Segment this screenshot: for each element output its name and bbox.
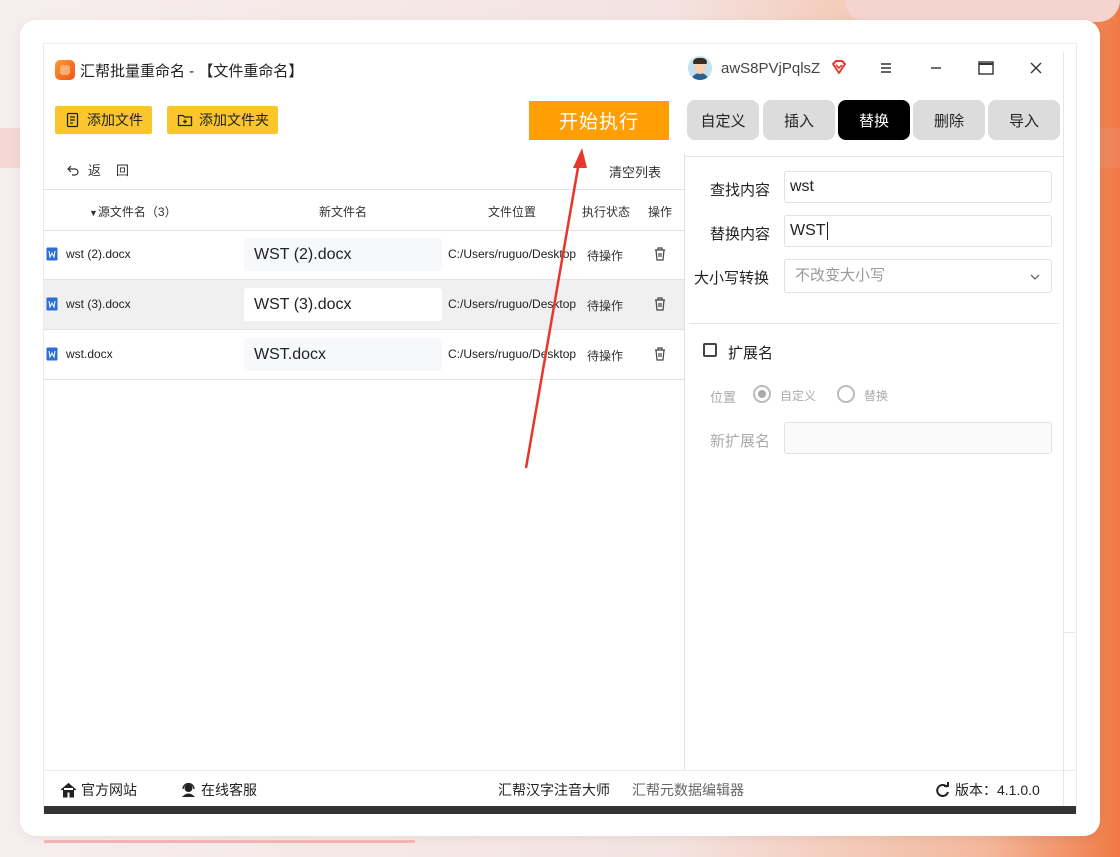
back-label: 返回 [88,163,145,178]
source-filename: wst (3).docx [66,297,131,311]
replace-settings-panel: 查找内容 wst 替换内容 WST 大小写转换 不改变大小写 扩展名 位置 自定… [685,156,1063,771]
window-edge-line [1063,632,1075,633]
vip-diamond-icon[interactable] [830,58,848,76]
column-source[interactable]: ▼源文件名（3） [89,203,177,220]
chevron-down-icon [1030,274,1040,280]
case-label: 大小写转换 [694,270,770,287]
column-new-name: 新文件名 [319,205,368,219]
source-filename: wst.docx [66,347,113,361]
start-button[interactable]: 开始执行 [529,101,669,140]
sort-down-icon: ▼ [89,208,98,218]
new-filename[interactable]: WST.docx [244,338,442,371]
add-folder-label: 添加文件夹 [199,112,269,128]
headset-icon [182,782,195,797]
table-row[interactable]: wst (3).docx WST (3).docx C:/Users/ruguo… [44,280,684,330]
avatar[interactable] [688,56,712,80]
back-button[interactable]: 返回 [66,160,144,179]
status-text: 待操作 [587,249,624,263]
file-location: C:/Users/ruguo/Desktop [448,297,576,311]
window-edge [1063,52,1076,812]
clear-list-button[interactable]: 清空列表 [609,162,661,181]
tab-custom[interactable]: 自定义 [687,100,759,140]
refresh-icon [936,782,949,797]
add-folder-icon [177,114,193,127]
tab-import[interactable]: 导入 [988,100,1060,140]
column-status: 执行状态 [582,205,631,219]
app-window: 汇帮批量重命名 - 【文件重命名】 awS8PVjPqlsZ 添加文件 添加文件… [44,44,1076,812]
version-info[interactable]: 版本：4.1.0.0 [934,780,1040,800]
word-doc-icon [46,297,58,311]
minimize-icon[interactable] [925,57,947,79]
list-header: ▼源文件名（3） 新文件名 文件位置 执行状态 操作 [44,189,684,231]
username[interactable]: awS8PVjPqlsZ [721,60,820,77]
add-file-icon [66,112,79,128]
status-text: 待操作 [587,299,624,313]
extension-label: 扩展名 [728,345,774,362]
word-doc-icon [46,347,58,361]
find-label: 查找内容 [710,182,771,199]
tab-delete[interactable]: 删除 [913,100,985,140]
radio-custom-label: 自定义 [780,389,817,403]
file-location: C:/Users/ruguo/Desktop [448,347,576,361]
trash-icon[interactable] [653,346,667,362]
radio-replace[interactable] [837,385,855,403]
new-extension-input[interactable] [784,422,1052,454]
section-divider [689,323,1059,324]
column-location: 文件位置 [488,205,537,219]
website-link[interactable]: 官方网站 [60,780,137,800]
case-select-value: 不改变大小写 [795,267,886,284]
pinyin-tool-link[interactable]: 汇帮汉字注音大师 [498,780,610,800]
app-logo-icon [55,60,75,80]
background-taskbar [44,806,1076,814]
close-icon[interactable] [1025,57,1047,79]
add-file-label: 添加文件 [87,112,143,128]
new-filename[interactable]: WST (2).docx [244,238,442,271]
find-input[interactable]: wst [784,171,1052,203]
case-select[interactable]: 不改变大小写 [784,259,1052,293]
tab-insert[interactable]: 插入 [763,100,835,140]
radio-custom[interactable] [753,385,771,403]
background-decor [845,0,1120,22]
footer: 官方网站 在线客服 汇帮汉字注音大师 汇帮元数据编辑器 版本：4.1.0.0 [44,770,1076,806]
position-label: 位置 [710,390,737,405]
source-filename: wst (2).docx [66,247,131,261]
column-action: 操作 [648,205,673,219]
replace-input[interactable]: WST [784,215,1052,247]
home-icon [60,782,77,798]
trash-icon[interactable] [653,296,667,312]
extension-checkbox[interactable] [703,343,717,357]
new-extension-label: 新扩展名 [710,433,771,450]
add-file-button[interactable]: 添加文件 [55,106,152,134]
support-link[interactable]: 在线客服 [180,780,257,800]
word-doc-icon [46,247,58,261]
maximize-icon[interactable] [975,57,997,79]
trash-icon[interactable] [653,246,667,262]
new-filename[interactable]: WST (3).docx [244,288,442,321]
table-row[interactable]: wst.docx WST.docx C:/Users/ruguo/Desktop… [44,330,684,380]
file-location: C:/Users/ruguo/Desktop [448,247,576,261]
status-text: 待操作 [587,349,624,363]
title-bar: 汇帮批量重命名 - 【文件重命名】 awS8PVjPqlsZ [44,44,1076,90]
add-folder-button[interactable]: 添加文件夹 [167,106,278,134]
background-decor-line [44,840,415,843]
metadata-editor-link[interactable]: 汇帮元数据编辑器 [632,780,744,800]
table-row[interactable]: wst (2).docx WST (2).docx C:/Users/ruguo… [44,230,684,280]
replace-label: 替换内容 [710,226,771,243]
back-arrow-icon [67,165,79,176]
radio-replace-label: 替换 [864,389,889,403]
window-title: 汇帮批量重命名 - 【文件重命名】 [80,63,304,80]
menu-icon[interactable] [875,57,897,79]
tab-replace[interactable]: 替换 [838,100,910,140]
